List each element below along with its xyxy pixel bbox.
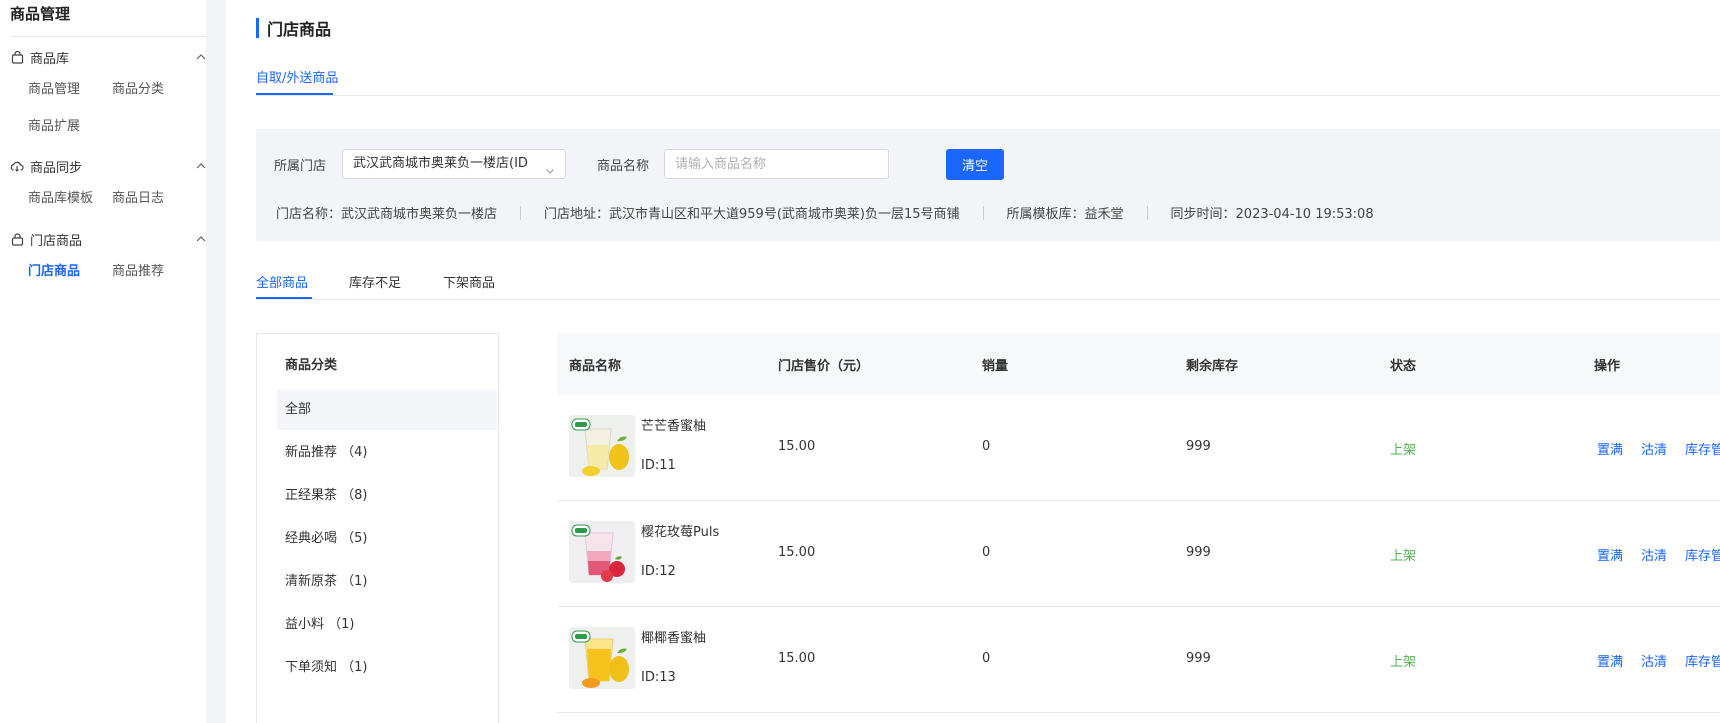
stock-manage-link[interactable]: 库存管: [1685, 545, 1720, 564]
sync-time-info: 同步时间：2023-04-10 19:53:08: [1170, 207, 1374, 222]
bag-icon: [10, 50, 24, 64]
product-image: [569, 521, 635, 583]
category-item[interactable]: 下单须知 （1): [277, 648, 497, 688]
product-image: [569, 415, 635, 477]
product-id: ID:13: [641, 670, 676, 685]
tab-divider: [256, 95, 1720, 96]
sidebar-item-product-recommend[interactable]: 商品推荐: [112, 260, 164, 279]
table-row: 芒芒香蜜柚 ID:11 15.00 0 999 上架 置满 沽清 库存管: [557, 395, 1720, 501]
category-item[interactable]: 清新原茶 （1): [277, 562, 497, 602]
store-label: 所属门店: [274, 159, 327, 174]
page-title-text: 门店商品: [267, 20, 332, 39]
product-id: ID:12: [641, 564, 676, 579]
sidebar-item-store-products[interactable]: 门店商品: [28, 260, 80, 279]
status-badge: 上架: [1390, 443, 1417, 458]
store-select-value: 武汉武商城市奥莱负一楼店(ID: [353, 156, 528, 171]
page-title: 门店商品: [256, 18, 332, 39]
tab-pickup-delivery[interactable]: 自取/外送商品: [256, 67, 338, 86]
fill-stock-link[interactable]: 置满: [1597, 545, 1623, 564]
category-item[interactable]: 正经果茶 （8): [277, 476, 497, 516]
filter-panel: 所属门店 武汉武商城市奥莱负一楼店(ID 商品名称 清空 门店名称：武汉武商城市…: [256, 129, 1720, 241]
tab-off-shelf[interactable]: 下架商品: [443, 272, 495, 291]
store-select[interactable]: 武汉武商城市奥莱负一楼店(ID: [342, 149, 566, 179]
product-stock: 999: [1186, 545, 1211, 560]
title-accent-bar: [256, 18, 259, 38]
tab-all-products[interactable]: 全部商品: [256, 272, 308, 291]
status-badge: 上架: [1390, 549, 1417, 564]
sidebar-group-store-products[interactable]: 门店商品: [10, 228, 208, 250]
main-content: 门店商品 自取/外送商品 所属门店 武汉武商城市奥莱负一楼店(ID 商品名称 清…: [226, 0, 1720, 723]
column-header-name: 商品名称: [569, 359, 622, 374]
sidebar-item-library-template[interactable]: 商品库模板: [28, 187, 93, 206]
product-stock: 999: [1186, 651, 1211, 666]
sidebar-divider: [10, 36, 207, 37]
tab-low-stock[interactable]: 库存不足: [349, 272, 401, 291]
column-header-stock: 剩余库存: [1186, 359, 1239, 374]
store-info-row: 门店名称：武汉武商城市奥莱负一楼店 门店地址：武汉市青山区和平大道959号(武商…: [276, 203, 1374, 222]
product-sales: 0: [982, 545, 991, 560]
sold-out-link[interactable]: 沽清: [1641, 651, 1667, 670]
cloud-sync-icon: [10, 159, 24, 173]
sidebar-group-label: 商品库: [30, 51, 70, 67]
sold-out-link[interactable]: 沽清: [1641, 439, 1667, 458]
template-info: 所属模板库：益禾堂: [1006, 207, 1124, 222]
sidebar-item-product-management[interactable]: 商品管理: [28, 78, 80, 97]
column-header-actions: 操作: [1594, 359, 1621, 374]
info-divider: [1146, 205, 1148, 220]
column-header-price: 门店售价（元）: [778, 359, 870, 374]
sold-out-link[interactable]: 沽清: [1641, 545, 1667, 564]
product-sales: 0: [982, 651, 991, 666]
column-header-status: 状态: [1390, 359, 1417, 374]
sidebar-item-product-log[interactable]: 商品日志: [112, 187, 164, 206]
clear-button[interactable]: 清空: [946, 149, 1004, 180]
sidebar-group-label: 商品同步: [30, 160, 83, 176]
product-name-input[interactable]: [664, 149, 889, 179]
product-id: ID:11: [641, 458, 676, 473]
category-title: 商品分类: [285, 358, 338, 373]
product-name-label: 商品名称: [597, 159, 650, 174]
product-name: 樱花玫莓Puls: [641, 525, 720, 540]
sidebar-group-product-library[interactable]: 商品库: [10, 46, 208, 68]
sidebar-title: 商品管理: [10, 5, 71, 23]
sub-tab-divider: [256, 299, 1720, 300]
info-divider: [982, 205, 984, 220]
sidebar-item-product-extension[interactable]: 商品扩展: [28, 115, 80, 134]
chevron-down-icon: [545, 159, 555, 174]
product-name: 椰椰香蜜柚: [641, 631, 707, 646]
store-address-info: 门店地址：武汉市青山区和平大道959号(武商城市奥莱)负一层15号商铺: [544, 207, 960, 222]
sidebar-gutter: [206, 0, 226, 723]
sidebar-group-product-sync[interactable]: 商品同步: [10, 155, 208, 177]
product-image: [569, 627, 635, 689]
column-header-sales: 销量: [982, 359, 1009, 374]
sidebar-item-product-category[interactable]: 商品分类: [112, 78, 164, 97]
store-name-info: 门店名称：武汉武商城市奥莱负一楼店: [276, 207, 498, 222]
sidebar-group-label: 门店商品: [30, 233, 83, 249]
stock-manage-link[interactable]: 库存管: [1685, 651, 1720, 670]
table-row: 椰椰香蜜柚 ID:13 15.00 0 999 上架 置满 沽清 库存管: [557, 607, 1720, 713]
product-price: 15.00: [778, 439, 816, 454]
product-sales: 0: [982, 439, 991, 454]
product-name: 芒芒香蜜柚: [641, 419, 707, 434]
product-price: 15.00: [778, 651, 816, 666]
category-panel: 商品分类 全部 新品推荐 （4) 正经果茶 （8) 经典必喝 （5) 清新原茶 …: [256, 333, 499, 723]
table-row: 樱花玫莓Puls ID:12 15.00 0 999 上架 置满 沽清 库存管: [557, 501, 1720, 607]
fill-stock-link[interactable]: 置满: [1597, 651, 1623, 670]
category-item[interactable]: 益小料 （1): [277, 605, 497, 645]
table-header: 商品名称 门店售价（元） 销量 剩余库存 状态 操作: [557, 333, 1720, 395]
category-item-all[interactable]: 全部: [277, 390, 497, 430]
category-item[interactable]: 经典必喝 （5): [277, 519, 497, 559]
lock-bag-icon: [10, 232, 24, 246]
category-item[interactable]: 新品推荐 （4): [277, 433, 497, 473]
fill-stock-link[interactable]: 置满: [1597, 439, 1623, 458]
sidebar: 商品管理 商品库 商品管理 商品分类 商品扩展 商品同步 商品库模板 商品日志 …: [0, 0, 208, 723]
info-divider: [520, 205, 522, 220]
status-badge: 上架: [1390, 655, 1417, 670]
product-price: 15.00: [778, 545, 816, 560]
stock-manage-link[interactable]: 库存管: [1685, 439, 1720, 458]
product-stock: 999: [1186, 439, 1211, 454]
